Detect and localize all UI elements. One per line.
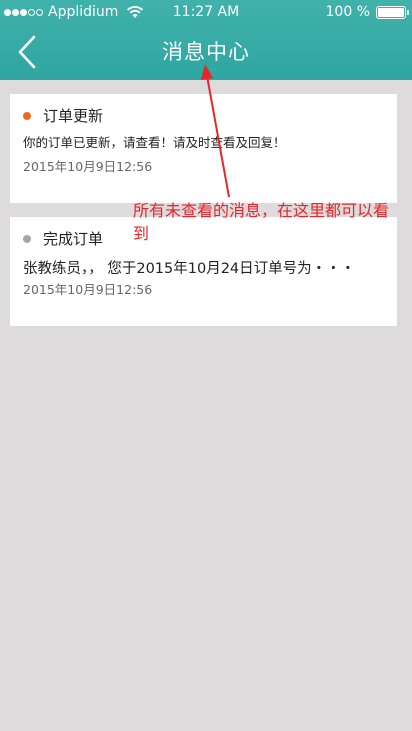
nav-bar: 消息中心 bbox=[0, 24, 412, 80]
header: Applidium 11:27 AM 100 % 消息中心 bbox=[0, 0, 412, 80]
message-card-order-update[interactable]: 订单更新 你的订单已更新，请查看！请及时查看及回复！ 2015年10月9日12:… bbox=[10, 94, 397, 203]
message-title-row: 订单更新 bbox=[23, 105, 103, 126]
status-bar: Applidium 11:27 AM 100 % bbox=[0, 0, 412, 24]
page-title: 消息中心 bbox=[162, 40, 250, 64]
message-title-row: 完成订单 bbox=[23, 228, 103, 249]
message-title: 完成订单 bbox=[43, 230, 104, 248]
battery-percent: 100 % bbox=[325, 4, 370, 20]
message-time: 2015年10月9日12:56 bbox=[23, 159, 153, 174]
battery-icon bbox=[376, 5, 409, 19]
message-body: 张教练员，， 您于2015年10月24日订单号为・・・ bbox=[23, 261, 356, 277]
unread-dot-icon bbox=[23, 111, 31, 120]
message-time: 2015年10月9日12:56 bbox=[23, 282, 153, 297]
annotation-text: 所有未查看的消息，在这里都可以看到 bbox=[133, 201, 390, 243]
status-right: 100 % bbox=[325, 0, 409, 24]
message-title: 订单更新 bbox=[43, 107, 104, 125]
message-body: 你的订单已更新，请查看！请及时查看及回复！ bbox=[23, 135, 286, 150]
read-dot-icon bbox=[23, 234, 31, 243]
